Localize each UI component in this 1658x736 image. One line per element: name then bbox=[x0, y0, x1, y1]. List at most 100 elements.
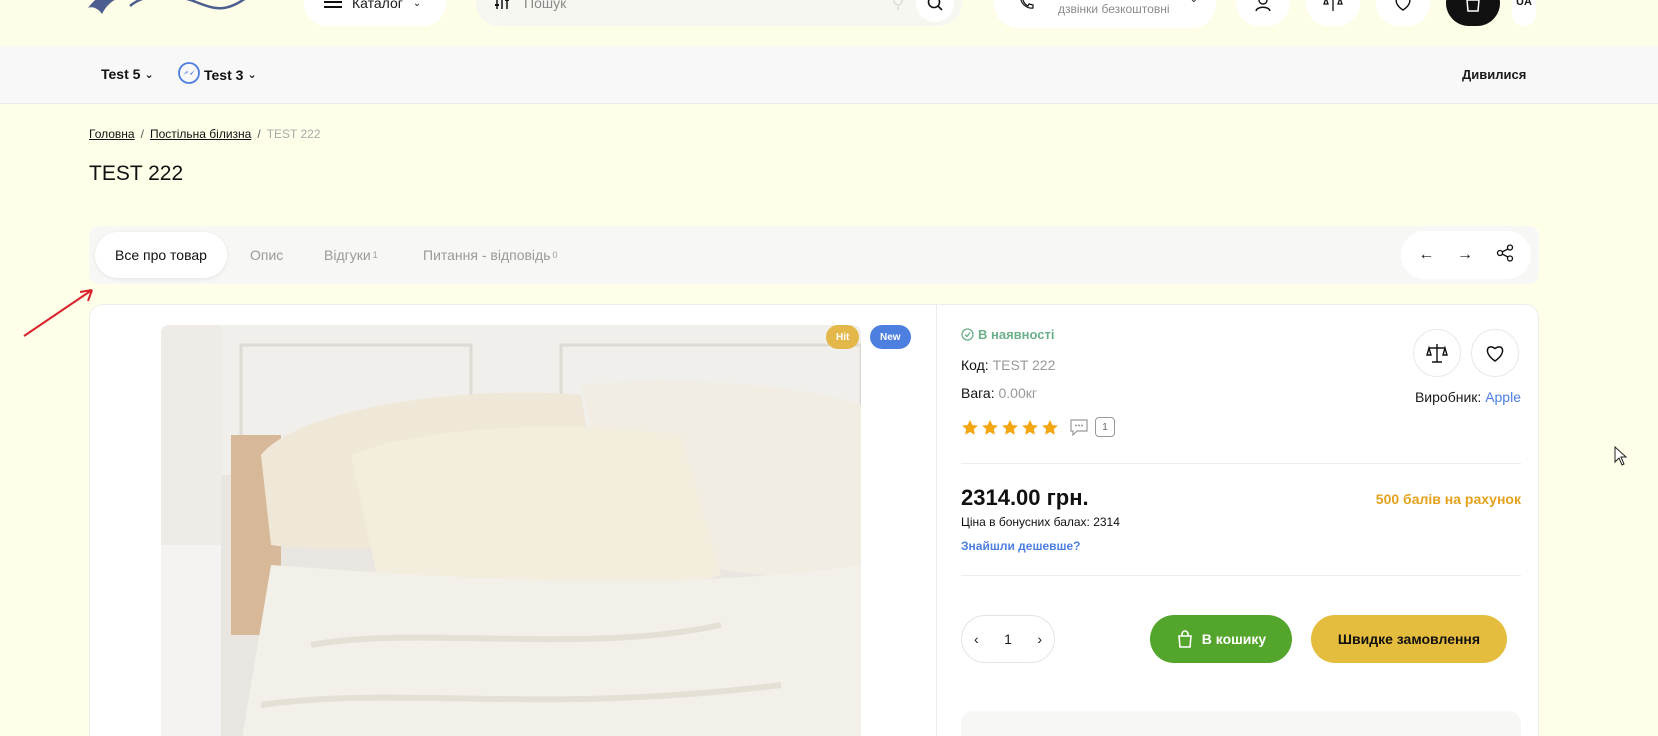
decrease-button[interactable]: ‹ bbox=[974, 631, 979, 647]
quantity-value[interactable]: 1 bbox=[1004, 631, 1012, 647]
weight-value: 0.00кг bbox=[998, 385, 1037, 401]
annotation-arrow-icon bbox=[23, 289, 93, 337]
reviews-count: 1 bbox=[1095, 417, 1115, 437]
rating-stars[interactable]: 1 bbox=[961, 417, 1115, 437]
catalog-button[interactable]: Каталог ⌄ bbox=[304, 0, 446, 26]
filter-icon[interactable] bbox=[494, 0, 510, 12]
breadcrumb: Головна / Постільна білизна / TEST 222 bbox=[89, 127, 321, 141]
tab-label: Опис bbox=[250, 247, 284, 263]
star-icon bbox=[1022, 419, 1038, 435]
stock-status: В наявності bbox=[961, 327, 1055, 342]
messenger-icon bbox=[178, 62, 200, 87]
manufacturer: Виробник: Apple bbox=[1415, 389, 1521, 405]
product-panel: Hit New В наявності Код: TEST 222 Вага: … bbox=[89, 304, 1539, 736]
manufacturer-link[interactable]: Apple bbox=[1485, 389, 1521, 405]
tab-label: Все про товар bbox=[115, 247, 207, 263]
breadcrumb-current: TEST 222 bbox=[266, 127, 321, 141]
code-label: Код: bbox=[961, 357, 989, 373]
wishlist-button[interactable] bbox=[1471, 329, 1519, 377]
nav-item-test5[interactable]: Test 5 ⌄ bbox=[101, 66, 154, 82]
microphone-icon[interactable] bbox=[892, 0, 904, 13]
divider bbox=[961, 463, 1521, 464]
chevron-down-icon: ⌄ bbox=[412, 0, 422, 9]
product-image[interactable] bbox=[161, 325, 861, 736]
nav-item-label: Test 3 bbox=[204, 66, 244, 83]
increase-button[interactable]: › bbox=[1037, 631, 1042, 647]
bag-icon bbox=[1466, 0, 1480, 12]
star-icon bbox=[982, 419, 998, 435]
product-weight: Вага: 0.00кг bbox=[961, 385, 1037, 401]
page-title: TEST 222 bbox=[89, 162, 184, 185]
cart-button[interactable] bbox=[1446, 0, 1500, 26]
chevron-down-icon: ⌄ bbox=[144, 68, 154, 81]
heart-icon bbox=[1395, 0, 1411, 11]
tab-count: 1 bbox=[372, 250, 378, 260]
add-to-cart-button[interactable]: В кошику bbox=[1150, 615, 1292, 663]
star-icon bbox=[1002, 419, 1018, 435]
breadcrumb-category[interactable]: Постільна білизна bbox=[150, 127, 251, 141]
viewed-link[interactable]: Дивилися bbox=[1462, 67, 1526, 82]
nav-bar: Test 5 ⌄ Test 3 ⌄ Дивилися bbox=[0, 46, 1658, 104]
quantity-stepper: ‹ 1 › bbox=[961, 615, 1055, 663]
found-cheaper-link[interactable]: Знайшли дешевше? bbox=[961, 539, 1081, 553]
breadcrumb-separator: / bbox=[257, 127, 261, 141]
heart-icon bbox=[1486, 346, 1504, 362]
arrow-right-icon[interactable]: → bbox=[1457, 246, 1473, 264]
bonus-price: Ціна в бонусних балах: 2314 bbox=[961, 515, 1120, 529]
nav-item-test3[interactable]: Test 3 ⌄ bbox=[178, 62, 257, 87]
quick-order-button[interactable]: Швидке замовлення bbox=[1311, 615, 1507, 663]
search-button[interactable] bbox=[916, 0, 954, 22]
site-logo[interactable] bbox=[86, 0, 256, 24]
breadcrumb-separator: / bbox=[140, 127, 144, 141]
tab-label: Відгуки bbox=[324, 247, 371, 263]
manufacturer-label: Виробник: bbox=[1414, 389, 1482, 405]
phone-dropdown[interactable]: дзвінки безкоштовні ⌄ bbox=[994, 0, 1216, 28]
catalog-label: Каталог bbox=[352, 0, 403, 11]
reviews-link[interactable]: 1 bbox=[1069, 417, 1115, 437]
product-tabs: Все про товар Опис Відгуки 1 Питання - в… bbox=[89, 226, 1539, 284]
top-header: Каталог ⌄ Пошук дзвінки безкоштовні ⌄ UA bbox=[0, 0, 1658, 46]
compare-button[interactable] bbox=[1413, 329, 1461, 377]
wishlist-button[interactable] bbox=[1376, 0, 1430, 26]
bag-icon bbox=[1177, 630, 1192, 648]
arrow-left-icon[interactable]: ← bbox=[1418, 246, 1434, 264]
star-icon bbox=[962, 419, 978, 435]
tab-all-about[interactable]: Все про товар bbox=[95, 232, 227, 278]
add-to-cart-label: В кошику bbox=[1201, 631, 1267, 647]
nav-item-label: Test 5 bbox=[101, 66, 141, 82]
badge-new: New bbox=[870, 325, 911, 349]
account-button[interactable] bbox=[1236, 0, 1290, 26]
tab-label: Питання - відповідь bbox=[423, 247, 551, 263]
phone-icon bbox=[1018, 0, 1034, 15]
weight-label: Вага: bbox=[961, 385, 995, 401]
hamburger-icon bbox=[324, 0, 342, 12]
search-icon bbox=[927, 0, 943, 11]
tab-questions[interactable]: Питання - відповідь 0 bbox=[423, 232, 558, 278]
star-icon bbox=[1042, 419, 1058, 435]
share-icon[interactable] bbox=[1496, 243, 1514, 267]
scales-icon bbox=[1323, 0, 1343, 11]
stock-label: В наявності bbox=[978, 327, 1055, 342]
info-box bbox=[961, 711, 1521, 736]
chevron-down-icon: ⌄ bbox=[1190, 0, 1198, 5]
user-icon bbox=[1255, 0, 1271, 12]
chevron-down-icon: ⌄ bbox=[247, 69, 257, 81]
tab-reviews[interactable]: Відгуки 1 bbox=[324, 232, 378, 278]
product-navigation: ← → bbox=[1401, 231, 1531, 279]
scales-icon bbox=[1426, 344, 1448, 363]
panel-divider bbox=[936, 305, 937, 736]
search-bar[interactable]: Пошук bbox=[476, 0, 962, 26]
phone-subtitle: дзвінки безкоштовні bbox=[1058, 2, 1170, 16]
product-price: 2314.00 грн. bbox=[961, 485, 1089, 510]
breadcrumb-home[interactable]: Головна bbox=[89, 127, 135, 141]
badge-hit: Hit bbox=[826, 325, 860, 349]
divider bbox=[961, 575, 1521, 576]
compare-button[interactable] bbox=[1306, 0, 1360, 26]
search-input[interactable]: Пошук bbox=[524, 0, 566, 11]
quick-order-label: Швидке замовлення bbox=[1337, 631, 1481, 647]
code-value: TEST 222 bbox=[992, 357, 1056, 373]
comment-icon bbox=[1070, 419, 1088, 436]
tab-description[interactable]: Опис bbox=[250, 232, 283, 278]
language-switch[interactable]: UA bbox=[1512, 0, 1536, 26]
product-code: Код: TEST 222 bbox=[961, 357, 1055, 373]
